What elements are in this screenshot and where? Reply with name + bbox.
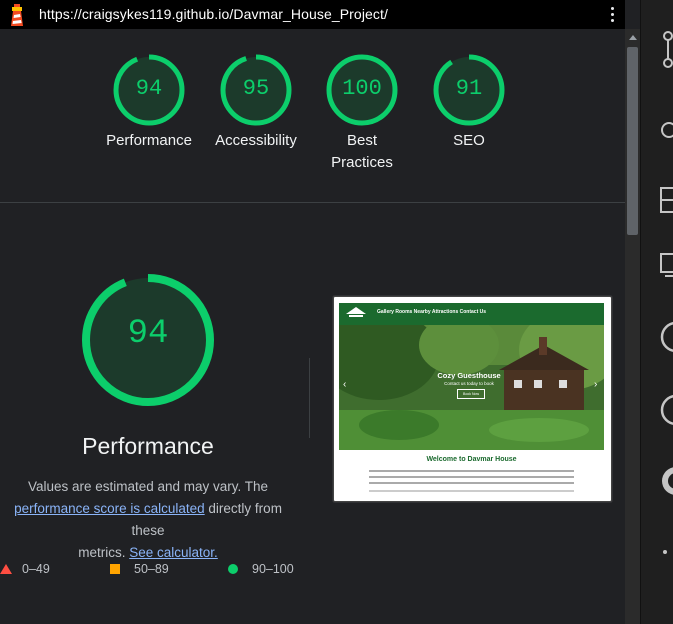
thumb-hero-title: Cozy Guesthouse [437, 371, 501, 380]
legend-average: 50–89 [110, 562, 169, 576]
thumb-nav-links: Gallery Rooms Nearby Attractions Contact… [377, 309, 487, 315]
gauge-performance[interactable]: 94 Performance [94, 53, 204, 152]
category-gauges: 94 Performance 95 Accessibility 100 Best… [0, 29, 625, 202]
live-share-icon[interactable] [659, 393, 673, 427]
thumb-text-line [369, 482, 574, 484]
account-icon[interactable] [659, 320, 673, 354]
performance-score: 94 [127, 315, 169, 353]
gauge-best-practices[interactable]: 100 Best Practices [307, 53, 417, 174]
legend-fail: 0–49 [0, 562, 50, 576]
debug-icon[interactable] [659, 118, 673, 142]
see-calculator-link[interactable]: See calculator. [129, 545, 218, 560]
github-icon[interactable] [659, 464, 673, 498]
scroll-up-arrow-icon[interactable] [629, 35, 637, 40]
desc-text: Values are estimated and may vary. The [27, 479, 269, 494]
gauge-label: Accessibility [215, 132, 297, 149]
gauge-score: 100 [342, 76, 382, 101]
square-icon [110, 564, 120, 574]
more-options-icon[interactable] [605, 5, 619, 25]
legend-fail-label: 0–49 [22, 562, 50, 576]
thumb-logo [346, 307, 366, 317]
devtools-side-panel [640, 0, 673, 624]
svg-text:›: › [594, 379, 597, 390]
scrollbar-thumb[interactable] [627, 47, 638, 235]
thumb-body: Welcome to Davmar House [339, 450, 604, 500]
vertical-divider [309, 358, 310, 438]
thumb-text-line [369, 470, 574, 472]
remote-explorer-icon[interactable] [659, 252, 673, 280]
source-control-icon[interactable] [659, 30, 673, 70]
score-calculated-link[interactable]: performance score is calculated [14, 501, 205, 516]
thumb-hero-button: Book Now [457, 389, 485, 399]
circle-icon [228, 564, 238, 574]
report-topbar: https://craigsykes119.github.io/Davmar_H… [0, 0, 625, 29]
legend-pass-label: 90–100 [252, 562, 294, 576]
report-url[interactable]: https://craigsykes119.github.io/Davmar_H… [39, 6, 388, 22]
gauge-label: SEO [453, 132, 485, 149]
gauge-accessibility[interactable]: 95 Accessibility [201, 53, 311, 152]
gauge-score: 94 [135, 76, 163, 101]
scrollbar[interactable] [625, 29, 640, 624]
thumb-hero-scene: ‹ › [339, 325, 604, 450]
gauge-score: 91 [455, 76, 483, 101]
thumb-hero-image: ‹ › Cozy Guesthouse Contact us today to … [339, 325, 604, 450]
triangle-icon [0, 564, 12, 574]
lighthouse-icon [11, 4, 23, 26]
legend-pass: 90–100 [228, 562, 294, 576]
desc-text: metrics. [78, 545, 126, 560]
svg-text:‹: ‹ [343, 379, 346, 390]
section-divider [0, 202, 625, 203]
final-screenshot[interactable]: Gallery Rooms Nearby Attractions Contact… [333, 296, 612, 502]
thumb-hero-subtitle: Contact us today to book [444, 381, 494, 386]
legend-average-label: 50–89 [134, 562, 169, 576]
gauge-score: 95 [242, 76, 270, 101]
performance-description: Values are estimated and may vary. The p… [0, 476, 300, 564]
performance-title: Performance [82, 433, 214, 459]
thumb-text-line [369, 490, 574, 492]
thumb-body-title: Welcome to Davmar House [426, 456, 517, 463]
more-dot-icon[interactable] [659, 548, 673, 556]
extensions-icon[interactable] [659, 186, 673, 214]
thumb-navbar: Gallery Rooms Nearby Attractions Contact… [339, 303, 604, 325]
gauge-label: Performance [106, 132, 192, 149]
gauge-label: Best Practices [331, 132, 393, 171]
thumb-text-line [369, 476, 574, 478]
gauge-seo[interactable]: 91 SEO [414, 53, 524, 152]
